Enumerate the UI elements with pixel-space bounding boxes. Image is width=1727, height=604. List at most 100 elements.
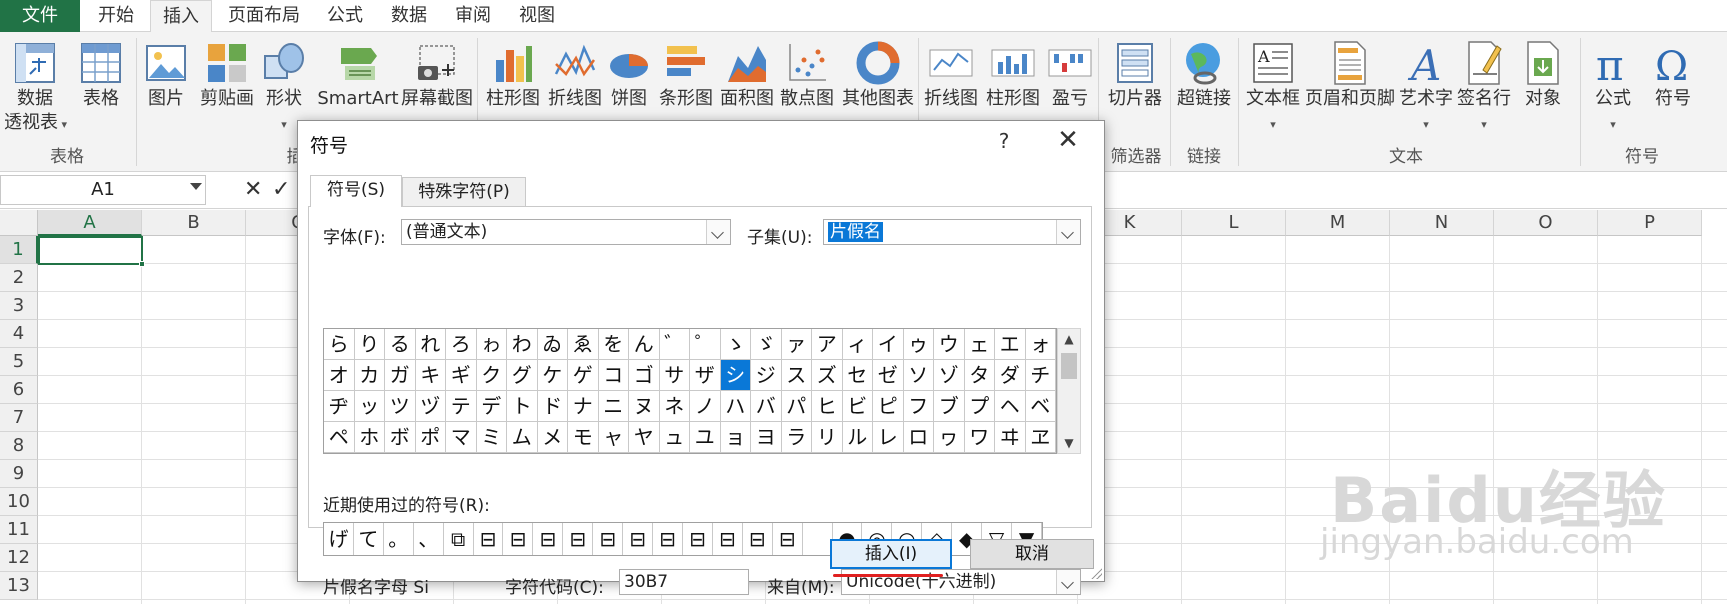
column-header[interactable]: B [142,210,246,236]
tab-data[interactable]: 数据 [382,0,436,32]
chevron-down-icon[interactable] [1056,570,1080,594]
recent-symbol-cell[interactable]: ⊟ [623,523,654,555]
symbol-cell[interactable]: ヤ [629,422,660,453]
recent-symbol-cell[interactable]: ⊟ [503,523,534,555]
symbol-cell[interactable]: ブ [934,391,965,422]
enter-formula-icon[interactable]: ✓ [272,177,290,202]
symbol-cell[interactable]: ヌ [629,391,660,422]
column-header[interactable]: L [1182,210,1286,236]
symbol-cell[interactable]: ゐ [537,329,568,360]
symbol-cell[interactable]: ベ [1025,391,1056,422]
symbol-cell[interactable]: ゛ [659,329,690,360]
insert-button[interactable]: 插入(I) [830,539,952,569]
symbol-cell[interactable]: ゥ [903,329,934,360]
recent-symbol-cell[interactable]: ⊟ [593,523,624,555]
symbol-cell[interactable]: タ [964,360,995,391]
recent-symbol-cell[interactable]: ⊟ [533,523,564,555]
active-cell-a1[interactable] [38,236,145,267]
symbol-cell[interactable]: ガ [385,360,416,391]
symbol-cell[interactable]: ニ [598,391,629,422]
recent-symbol-cell[interactable]: ⊟ [713,523,743,555]
symbol-cell[interactable]: ケ [537,360,568,391]
row-header[interactable]: 8 [0,432,38,460]
symbol-cell[interactable]: ヅ [415,391,446,422]
recent-symbol-cell[interactable]: げ [324,523,354,555]
row-header[interactable]: 12 [0,544,38,572]
row-header[interactable]: 5 [0,348,38,376]
symbol-cell[interactable]: ツ [385,391,416,422]
recent-symbol-cell[interactable]: 。 [384,523,414,555]
symbol-cell[interactable]: ハ [720,391,751,422]
symbol-cell[interactable]: れ [415,329,446,360]
symbol-cell[interactable]: ゾ [934,360,965,391]
row-header[interactable]: 6 [0,376,38,404]
tab-insert[interactable]: 插入 [150,0,212,33]
symbol-cell[interactable]: セ [842,360,873,391]
symbol-cell[interactable]: り [354,329,385,360]
slicer-button[interactable]: 切片器 [1102,32,1168,147]
scroll-down-icon[interactable]: ▼ [1058,433,1080,453]
symbol-cell[interactable]: ラ [781,422,812,453]
tab-formulas[interactable]: 公式 [318,0,372,32]
symbol-cell[interactable]: オ [324,360,355,391]
symbol-cell[interactable]: ネ [659,391,690,422]
recent-symbol-cell[interactable]: ⧉ [444,523,474,555]
recent-symbol-cell[interactable]: ⊟ [474,523,504,555]
symbol-button[interactable]: Ω 符号 [1644,32,1702,147]
pivot-table-button[interactable]: 数据 透视表 ▾ [2,32,68,147]
symbol-cell[interactable]: ゞ [751,329,782,360]
scroll-thumb[interactable] [1061,353,1077,379]
table-button[interactable]: 表格 [68,32,134,147]
column-header[interactable]: O [1494,210,1598,236]
symbol-cell[interactable]: ィ [842,329,873,360]
symbol-cell[interactable]: ギ [446,360,477,391]
symbol-cell[interactable]: ア [812,329,843,360]
column-header[interactable]: P [1598,210,1702,236]
symbol-cell[interactable]: ド [537,391,568,422]
symbol-cell[interactable]: ソ [903,360,934,391]
symbol-cell[interactable]: ヨ [751,422,782,453]
symbol-cell[interactable]: テ [446,391,477,422]
symbol-cell[interactable]: フ [903,391,934,422]
row-header[interactable]: 9 [0,460,38,488]
symbol-cell[interactable]: ヱ [1025,422,1056,453]
symbol-cell[interactable]: ゑ [568,329,599,360]
symbol-cell[interactable]: グ [507,360,538,391]
symbol-cell[interactable]: ォ [1025,329,1056,360]
tab-special-characters[interactable]: 特殊字符(P) [402,177,526,207]
symbol-cell[interactable]: ァ [781,329,812,360]
subset-select[interactable]: 片假名 [823,219,1081,245]
symbol-cell[interactable]: ら [324,329,355,360]
from-select[interactable]: Unicode(十六进制) [841,569,1081,595]
symbol-cell[interactable]: マ [446,422,477,453]
symbol-cell[interactable]: ヰ [995,422,1026,453]
symbol-cell[interactable]: プ [964,391,995,422]
name-box[interactable]: A1 [0,175,206,205]
cancel-formula-icon[interactable]: ✕ [244,177,262,202]
hyperlink-button[interactable]: 超链接 [1172,32,1236,147]
symbol-cell[interactable]: ス [781,360,812,391]
tab-file[interactable]: 文件 [0,0,80,32]
symbol-cell[interactable]: ナ [568,391,599,422]
help-icon[interactable]: ? [993,129,1015,153]
symbol-cell[interactable]: ミ [476,422,507,453]
symbol-cell[interactable]: バ [751,391,782,422]
scroll-up-icon[interactable]: ▲ [1058,329,1080,349]
symbol-cell[interactable]: ッ [354,391,385,422]
symbol-cell[interactable]: ノ [690,391,721,422]
symbol-cell[interactable]: パ [781,391,812,422]
row-header[interactable]: 3 [0,292,38,320]
close-icon[interactable]: ✕ [1053,125,1083,155]
symbol-cell[interactable]: ウ [934,329,965,360]
symbol-cell[interactable]: ゲ [568,360,599,391]
tab-review[interactable]: 审阅 [446,0,500,32]
symbol-cell[interactable]: ピ [873,391,904,422]
symbol-cell[interactable]: ゎ [476,329,507,360]
symbol-cell[interactable]: ヂ [324,391,355,422]
symbol-cell[interactable]: サ [659,360,690,391]
recent-symbol-cell[interactable]: ⊟ [683,523,713,555]
signature-line-button[interactable]: 签名行 ▾ [1454,32,1514,147]
symbol-cell[interactable]: メ [537,422,568,453]
symbol-cell[interactable]: ュ [659,422,690,453]
recent-symbol-cell[interactable] [803,523,833,555]
